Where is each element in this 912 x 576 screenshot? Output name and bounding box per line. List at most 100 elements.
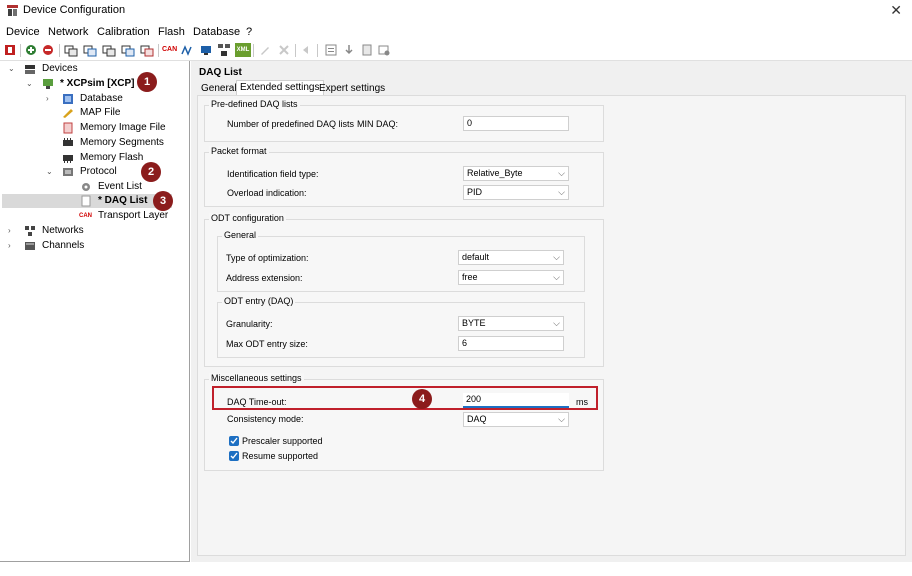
- pencil-icon[interactable]: [258, 43, 272, 57]
- tree-item-map-file[interactable]: MAP File: [0, 106, 189, 120]
- protocol-icon: [63, 168, 73, 176]
- chevron-down-icon[interactable]: ⌄: [8, 65, 16, 73]
- consistency-select[interactable]: DAQ ⌵: [463, 412, 569, 427]
- select-value: PID: [467, 187, 483, 197]
- tree-item-xcpsim[interactable]: ⌄ * XCPsim [XCP]: [0, 77, 189, 91]
- can-icon: CAN: [79, 213, 92, 219]
- tree-item-devices[interactable]: ⌄ Devices: [0, 62, 189, 76]
- select-value: default: [462, 252, 490, 262]
- menu-bar: Device Network Calibration Flash Databas…: [0, 23, 912, 41]
- tab-expert-settings[interactable]: Expert settings: [316, 82, 388, 96]
- max-odt-field[interactable]: 6: [458, 336, 564, 351]
- group-title: Packet format: [209, 146, 269, 156]
- tree-item-transport-layer[interactable]: CAN Transport Layer: [0, 209, 189, 223]
- settings-panel: DAQ List General Extended settings Exper…: [191, 61, 912, 562]
- network-device-icon[interactable]: [217, 43, 231, 57]
- tree-item-memory-segments[interactable]: Memory Segments: [0, 136, 189, 150]
- tab-general[interactable]: General: [198, 82, 240, 96]
- resume-checkbox[interactable]: [229, 451, 239, 461]
- networks-icon: [25, 226, 35, 236]
- group-title: General: [222, 230, 259, 240]
- prescaler-checkbox[interactable]: [229, 436, 239, 446]
- xml-icon[interactable]: XML: [235, 43, 251, 57]
- add-device-icon[interactable]: [24, 43, 38, 57]
- tree-label: Memory Image File: [80, 122, 166, 133]
- device-a-icon[interactable]: [64, 43, 78, 57]
- daq-list-icon: [81, 195, 91, 207]
- menu-database[interactable]: Database: [193, 26, 240, 38]
- panel-title: DAQ List: [199, 67, 242, 78]
- id-field-type-select[interactable]: Relative_Byte ⌵: [463, 166, 569, 181]
- chevron-down-icon: ⌵: [553, 272, 560, 282]
- can-icon[interactable]: CAN: [162, 43, 178, 57]
- event-list-icon: [82, 183, 90, 191]
- chevron-down-icon[interactable]: ⌄: [46, 168, 54, 176]
- optimization-select[interactable]: default ⌵: [458, 250, 564, 265]
- max-odt-label: Max ODT entry size:: [226, 339, 308, 349]
- toolbar-separator: [59, 44, 60, 57]
- close-icon[interactable]: ✕: [890, 2, 902, 19]
- list-icon[interactable]: [324, 43, 338, 57]
- tree-item-daq-list[interactable]: * DAQ List: [2, 194, 172, 208]
- tree-label: Networks: [42, 225, 84, 236]
- callout-badge-3: 3: [153, 191, 173, 211]
- chevron-down-icon: ⌵: [553, 252, 560, 262]
- delete-icon[interactable]: [277, 43, 291, 57]
- resume-label: Resume supported: [242, 451, 319, 461]
- signal-icon[interactable]: [180, 43, 194, 57]
- granularity-select[interactable]: BYTE ⌵: [458, 316, 564, 331]
- chevron-right-icon[interactable]: ›: [8, 242, 16, 250]
- granularity-label: Granularity:: [226, 319, 273, 329]
- tree-label: Transport Layer: [98, 210, 169, 221]
- settings-icon[interactable]: [377, 43, 391, 57]
- remove-device-icon[interactable]: [41, 43, 55, 57]
- address-extension-label: Address extension:: [226, 273, 303, 283]
- menu-flash[interactable]: Flash: [158, 26, 185, 38]
- tree-item-memory-flash[interactable]: Memory Flash: [0, 151, 189, 165]
- chevron-right-icon[interactable]: ›: [46, 95, 54, 103]
- download-icon[interactable]: [342, 43, 356, 57]
- chevron-down-icon[interactable]: ⌄: [26, 80, 34, 88]
- tree-item-networks[interactable]: › Networks: [0, 224, 189, 238]
- channels-icon: [25, 242, 35, 250]
- predefined-count-field[interactable]: 0: [463, 116, 569, 131]
- menu-network[interactable]: Network: [48, 26, 88, 38]
- tab-extended-settings[interactable]: Extended settings: [236, 80, 324, 96]
- memory-image-icon: [63, 122, 73, 134]
- device-d-icon[interactable]: [121, 43, 135, 57]
- optimization-label: Type of optimization:: [226, 253, 309, 263]
- chevron-down-icon: ⌵: [558, 168, 565, 178]
- network-icon[interactable]: [199, 43, 213, 57]
- checkmark-icon: [230, 437, 238, 445]
- device-c-icon[interactable]: [102, 43, 116, 57]
- menu-help[interactable]: ?: [246, 26, 252, 38]
- tree-item-channels[interactable]: › Channels: [0, 239, 189, 253]
- power-icon[interactable]: [3, 43, 17, 57]
- tree-label: * DAQ List: [98, 195, 148, 206]
- id-field-type-label: Identification field type:: [227, 169, 319, 179]
- menu-device[interactable]: Device: [6, 26, 40, 38]
- tree-label: Database: [80, 93, 123, 104]
- checkmark-icon: [230, 452, 238, 460]
- device-e-icon[interactable]: [140, 43, 154, 57]
- chevron-down-icon: ⌵: [553, 318, 560, 328]
- toolbar-separator: [158, 44, 159, 57]
- window-title: Device Configuration: [23, 4, 126, 16]
- tree-item-memory-image-file[interactable]: Memory Image File: [0, 121, 189, 135]
- group-title: ODT configuration: [209, 213, 286, 223]
- overload-label: Overload indication:: [227, 188, 307, 198]
- device-tree: ⌄ Devices ⌄ * XCPsim [XCP] 1 › Database …: [0, 61, 190, 562]
- back-icon[interactable]: [299, 43, 313, 57]
- devices-icon: [25, 65, 35, 74]
- tree-label: * XCPsim [XCP]: [60, 78, 135, 89]
- overload-select[interactable]: PID ⌵: [463, 185, 569, 200]
- device-b-icon[interactable]: [83, 43, 97, 57]
- callout-badge-4: 4: [412, 389, 432, 409]
- highlight-daq-timeout: [212, 386, 598, 410]
- address-extension-select[interactable]: free ⌵: [458, 270, 564, 285]
- page-icon[interactable]: [360, 43, 374, 57]
- chevron-right-icon[interactable]: ›: [8, 227, 16, 235]
- select-value: DAQ: [467, 414, 487, 424]
- tree-item-database[interactable]: › Database: [0, 92, 189, 106]
- menu-calibration[interactable]: Calibration: [97, 26, 150, 38]
